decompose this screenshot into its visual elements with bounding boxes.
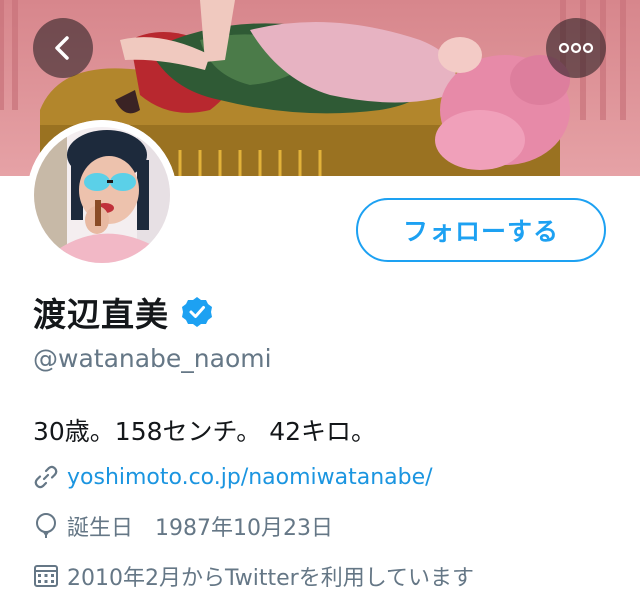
link-icon	[33, 464, 59, 490]
website-row: yoshimoto.co.jp/naomiwatanabe/	[33, 460, 433, 494]
follow-button[interactable]: フォローする	[356, 198, 606, 262]
joined-date: 2010年2月からTwitterを利用しています	[67, 566, 475, 591]
chevron-left-icon	[48, 33, 78, 63]
profile-page: フォローする 渡辺直美 @watanabe_naomi 30歳。158センチ。 …	[0, 0, 640, 597]
avatar[interactable]	[27, 120, 177, 270]
follow-button-label: フォローする	[402, 217, 559, 246]
balloon-icon	[33, 513, 59, 539]
birthday-date: 1987年10月23日	[155, 516, 333, 541]
bio: 30歳。158センチ。 42キロ。	[33, 417, 377, 446]
display-name: 渡辺直美	[33, 295, 169, 334]
website-link[interactable]: yoshimoto.co.jp/naomiwatanabe/	[67, 465, 433, 490]
verified-badge-icon	[181, 296, 213, 328]
back-button[interactable]	[33, 18, 93, 78]
handle: @watanabe_naomi	[33, 344, 272, 373]
birthday-row: 誕生日 1987年10月23日	[33, 509, 333, 543]
joined-row: 2010年2月からTwitterを利用しています	[33, 559, 474, 593]
name-row: 渡辺直美	[33, 290, 213, 334]
more-options-button[interactable]	[546, 18, 606, 78]
birthday-label: 誕生日	[67, 516, 134, 541]
calendar-icon	[33, 563, 59, 589]
more-horizontal-icon	[558, 42, 594, 54]
